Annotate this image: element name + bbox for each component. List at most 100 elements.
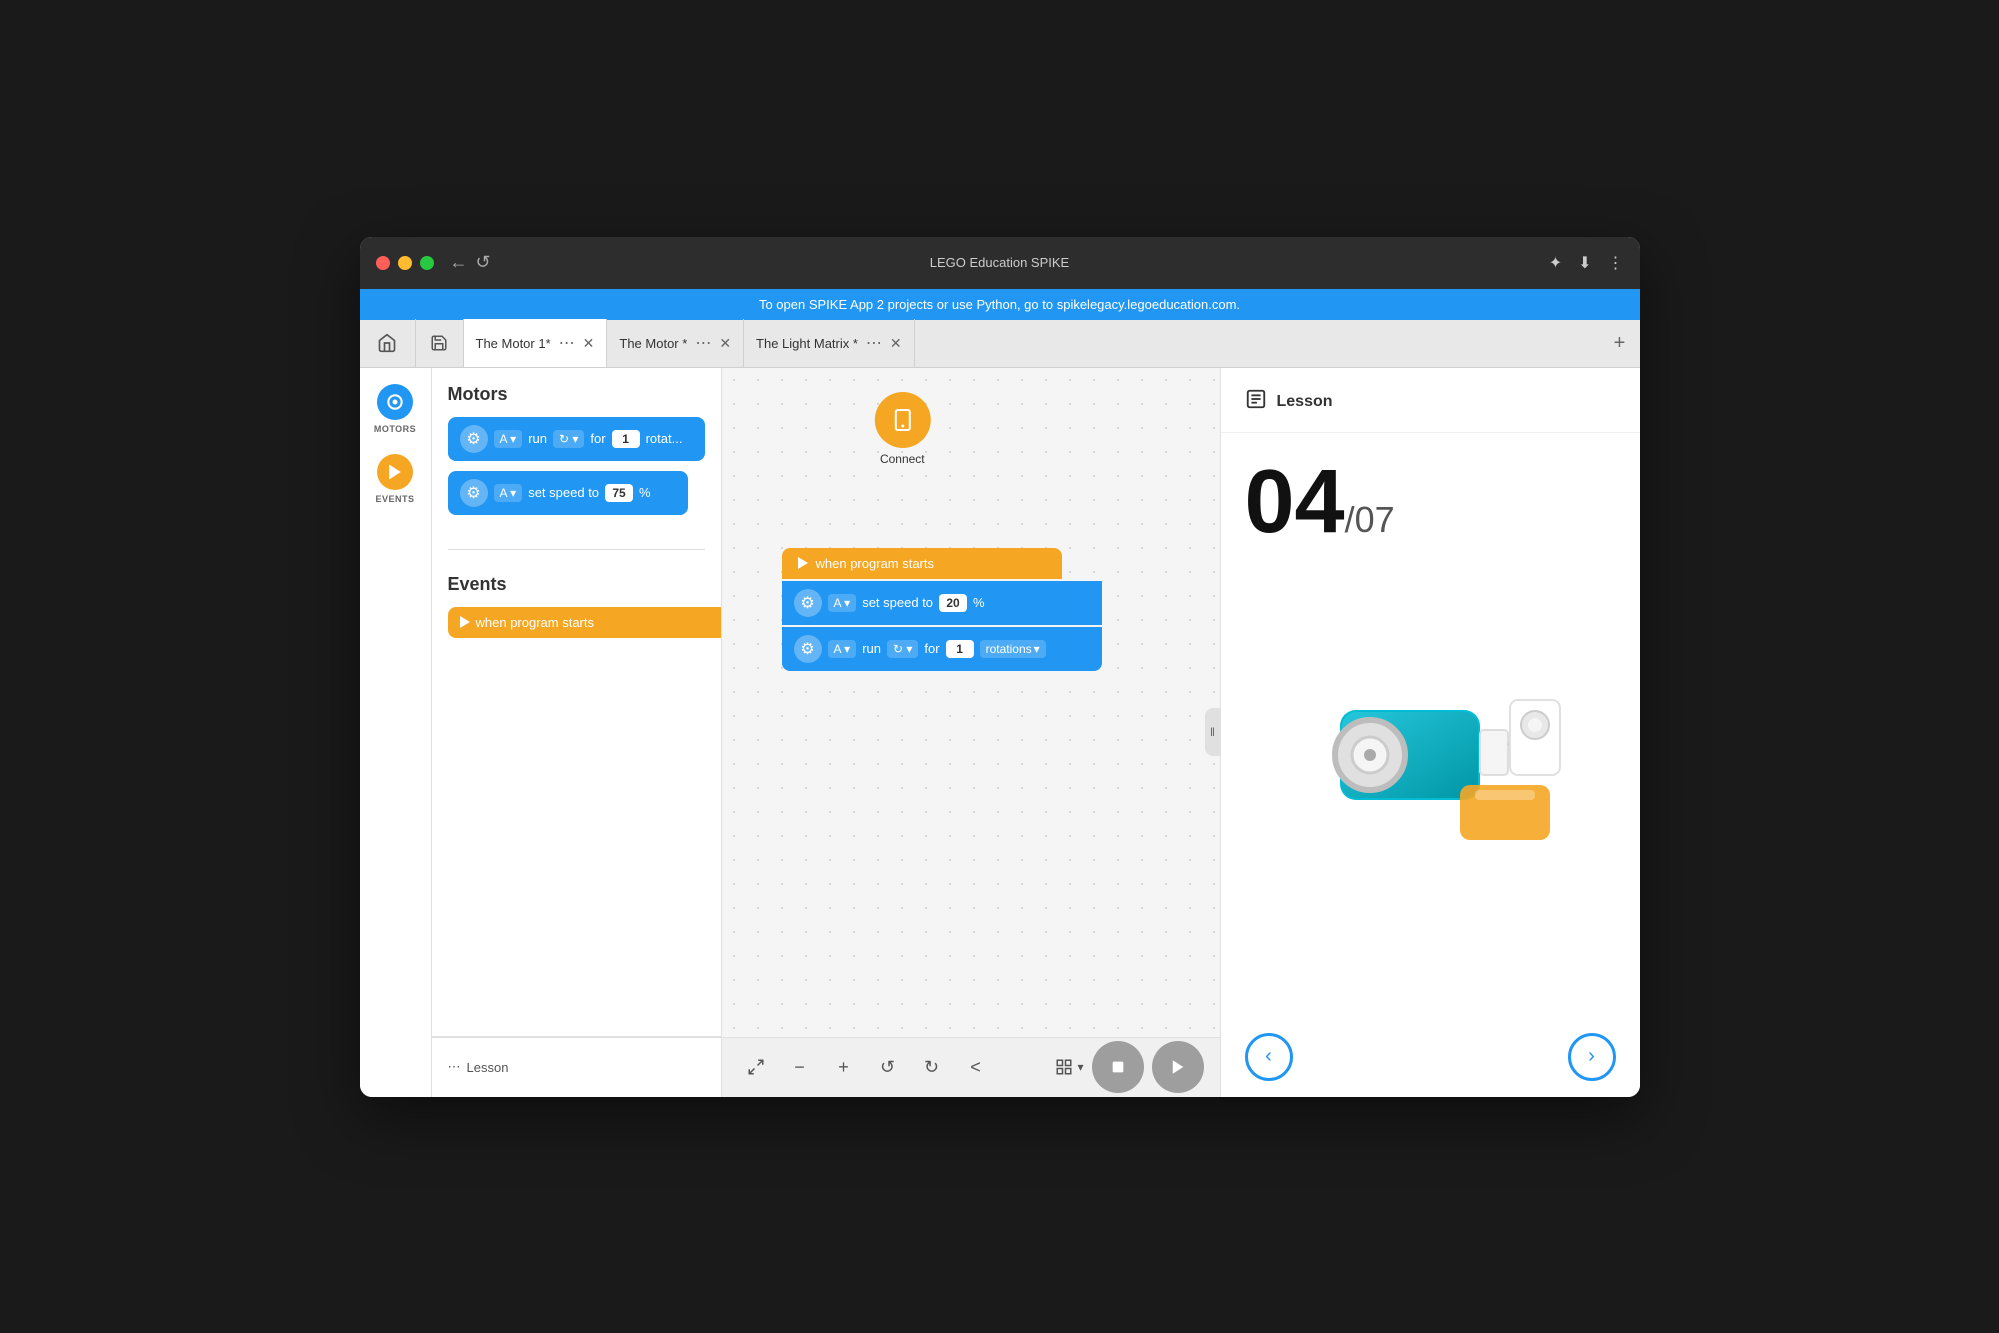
tab-motor1[interactable]: The Motor 1* ⋯ ✕ [464, 319, 608, 367]
tab-menu-icon[interactable]: ⋯ [559, 333, 575, 353]
grid-arrow: ▾ [1077, 1060, 1083, 1074]
canvas-percent: % [973, 595, 985, 610]
titlebar: ← ↺ LEGO Education SPIKE ✦ ⬇ ⋮ [360, 237, 1640, 289]
window-title: LEGO Education SPIKE [930, 255, 1069, 270]
set-speed-label: set speed to [528, 485, 599, 500]
back-button[interactable]: < [958, 1049, 994, 1085]
zoom-out-button[interactable]: − [782, 1049, 818, 1085]
lesson-content: 04 /07 [1221, 433, 1640, 1017]
sidebar-icons: MOTORS EVENTS [360, 368, 432, 1097]
save-button[interactable] [416, 319, 464, 367]
canvas-port-a2[interactable]: A ▾ [828, 640, 857, 658]
back-nav-button[interactable]: ← [450, 252, 468, 273]
dots-icon: ⋯ [448, 1059, 461, 1075]
speed-value[interactable]: 75 [605, 484, 633, 502]
for-label: for [590, 431, 605, 446]
when-program-starts-block[interactable]: when program starts [448, 607, 722, 638]
titlebar-actions: ✦ ⬇ ⋮ [1549, 253, 1624, 273]
canvas-rotations-dropdown[interactable]: rotations ▾ [980, 640, 1046, 658]
gear-icon: ⚙ [460, 425, 488, 453]
traffic-lights [376, 256, 434, 270]
run-label: run [528, 431, 547, 446]
play-icon [460, 616, 470, 628]
canvas-gear-icon-2: ⚙ [794, 635, 822, 663]
nav-buttons: ← ↺ [450, 252, 491, 273]
lesson-next-button[interactable]: › [1568, 1033, 1616, 1081]
lesson-header: Lesson [1221, 368, 1640, 433]
port-dropdown-a2[interactable]: A ▾ [494, 484, 523, 502]
section-divider [448, 549, 705, 550]
lesson-total: /07 [1345, 502, 1395, 538]
when-program-starts-label: when program starts [476, 615, 595, 630]
new-tab-button[interactable]: + [1600, 319, 1640, 367]
run-block-row: ⚙ A ▾ run ↻ ▾ for 1 rotat... [448, 417, 705, 461]
tab-motor[interactable]: The Motor * ⋯ ✕ [607, 319, 744, 367]
fit-button[interactable] [738, 1049, 774, 1085]
motors-title: Motors [448, 384, 705, 405]
lesson-panel: ‖ Lesson 04 /07 [1220, 368, 1640, 1097]
reload-button[interactable]: ↺ [476, 252, 491, 273]
play-button[interactable] [1152, 1041, 1204, 1093]
rotation-value[interactable]: 1 [612, 430, 640, 448]
tab-menu-icon-3[interactable]: ⋯ [866, 333, 882, 353]
main-area: MOTORS EVENTS Motors ⚙ A ▾ [360, 368, 1640, 1097]
home-button[interactable] [360, 319, 416, 367]
port-dropdown-a[interactable]: A ▾ [494, 430, 523, 448]
maximize-button[interactable] [420, 256, 434, 270]
gear-icon-2: ⚙ [460, 479, 488, 507]
canvas-area[interactable]: Connect when program starts ⚙ A ▾ set sp… [722, 368, 1220, 1097]
lesson-link-label: Lesson [467, 1060, 509, 1075]
lesson-link[interactable]: ⋯ Lesson [432, 1037, 721, 1097]
lesson-nav: ‹ › [1221, 1017, 1640, 1097]
canvas-port-a[interactable]: A ▾ [828, 594, 857, 612]
canvas-rotation-dropdown[interactable]: ↻ ▾ [887, 640, 918, 658]
speed-block-row: ⚙ A ▾ set speed to 75 % [448, 471, 705, 515]
lesson-prev-button[interactable]: ‹ [1245, 1033, 1293, 1081]
canvas-run-value[interactable]: 1 [946, 640, 974, 658]
canvas-blocks: when program starts ⚙ A ▾ set speed to 2… [782, 548, 1102, 671]
canvas-speed-block[interactable]: ⚙ A ▾ set speed to 20 % [782, 581, 1102, 625]
speed-block[interactable]: ⚙ A ▾ set speed to 75 % [448, 471, 688, 515]
undo-button[interactable]: ↺ [870, 1049, 906, 1085]
collapse-handle[interactable]: ‖ [1205, 708, 1221, 756]
tab-close-icon-2[interactable]: ✕ [719, 335, 731, 352]
puzzle-icon[interactable]: ✦ [1549, 253, 1562, 273]
percent-label: % [639, 485, 651, 500]
connect-icon [874, 392, 930, 448]
lesson-number: 04 /07 [1245, 457, 1616, 547]
lesson-current: 04 [1245, 457, 1345, 547]
canvas-speed-value[interactable]: 20 [939, 594, 967, 612]
canvas-run-label: run [862, 641, 881, 656]
event-block-row: when program starts [448, 607, 705, 638]
connect-label: Connect [880, 452, 925, 466]
unit-label: rotat... [646, 431, 683, 446]
tabbar: The Motor 1* ⋯ ✕ The Motor * ⋯ ✕ The Lig… [360, 320, 1640, 368]
events-section: Events when program starts [432, 558, 721, 664]
tab-menu-icon-2[interactable]: ⋯ [695, 333, 711, 353]
connect-button[interactable]: Connect [874, 392, 930, 466]
sidebar-item-motors[interactable]: MOTORS [374, 384, 416, 434]
lesson-title: Lesson [1277, 393, 1333, 411]
zoom-in-button[interactable]: + [826, 1049, 862, 1085]
rotation-dropdown[interactable]: ↻ ▾ [553, 430, 584, 448]
run-block[interactable]: ⚙ A ▾ run ↻ ▾ for 1 rotat... [448, 417, 705, 461]
lesson-image [1245, 567, 1616, 973]
canvas-gear-icon: ⚙ [794, 589, 822, 617]
minimize-button[interactable] [398, 256, 412, 270]
canvas-hat-block[interactable]: when program starts [782, 548, 1062, 579]
canvas-run-block[interactable]: ⚙ A ▾ run ↻ ▾ for 1 rotations ▾ [782, 627, 1102, 671]
sidebar-item-events[interactable]: EVENTS [375, 454, 414, 504]
download-icon[interactable]: ⬇ [1578, 253, 1591, 273]
canvas-trigger-label: when program starts [816, 556, 935, 571]
tab-light-matrix[interactable]: The Light Matrix * ⋯ ✕ [744, 319, 915, 367]
redo-button[interactable]: ↻ [914, 1049, 950, 1085]
menu-icon[interactable]: ⋮ [1608, 253, 1624, 273]
app-window: ← ↺ LEGO Education SPIKE ✦ ⬇ ⋮ To open S… [360, 237, 1640, 1097]
stop-button[interactable] [1092, 1041, 1144, 1093]
grid-button[interactable]: ▾ [1055, 1058, 1083, 1076]
motor-svg [1280, 670, 1580, 870]
tab-close-icon[interactable]: ✕ [583, 335, 595, 352]
events-title: Events [448, 574, 705, 595]
tab-close-icon-3[interactable]: ✕ [890, 335, 902, 352]
close-button[interactable] [376, 256, 390, 270]
